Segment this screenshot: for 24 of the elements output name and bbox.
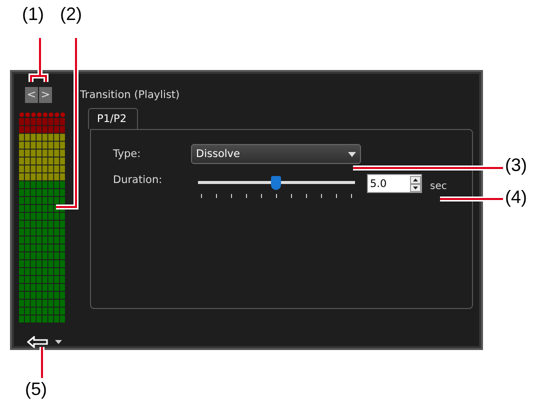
callout-number: (1) [22, 4, 44, 25]
unit-label: sec [430, 181, 447, 192]
callout-number: (3) [505, 155, 527, 176]
duration-label: Duration: [113, 174, 164, 186]
spin-down-icon[interactable] [410, 184, 421, 192]
callout-number: (2) [60, 4, 82, 25]
duration-slider[interactable] [198, 174, 355, 200]
callout-number: (5) [25, 379, 47, 400]
type-label: Type: [113, 148, 142, 160]
duration-spinbox[interactable]: 5.0 [367, 174, 422, 193]
type-dropdown[interactable]: Dissolve [191, 144, 361, 164]
caret-icon [348, 152, 356, 156]
callout-number: (4) [505, 187, 527, 208]
leader-line [40, 347, 44, 378]
spin-up-icon[interactable] [410, 176, 421, 184]
leader-line [440, 196, 503, 202]
slider-thumb[interactable] [270, 176, 280, 190]
caret-icon[interactable] [55, 340, 62, 344]
left-arrow-icon[interactable] [27, 336, 49, 348]
next-button[interactable]: > [39, 87, 52, 103]
window-title: Transition (Playlist) [80, 89, 180, 101]
tab[interactable]: P1/P2 [88, 108, 138, 129]
previous-button[interactable]: < [25, 87, 38, 103]
leader-line [28, 36, 48, 84]
